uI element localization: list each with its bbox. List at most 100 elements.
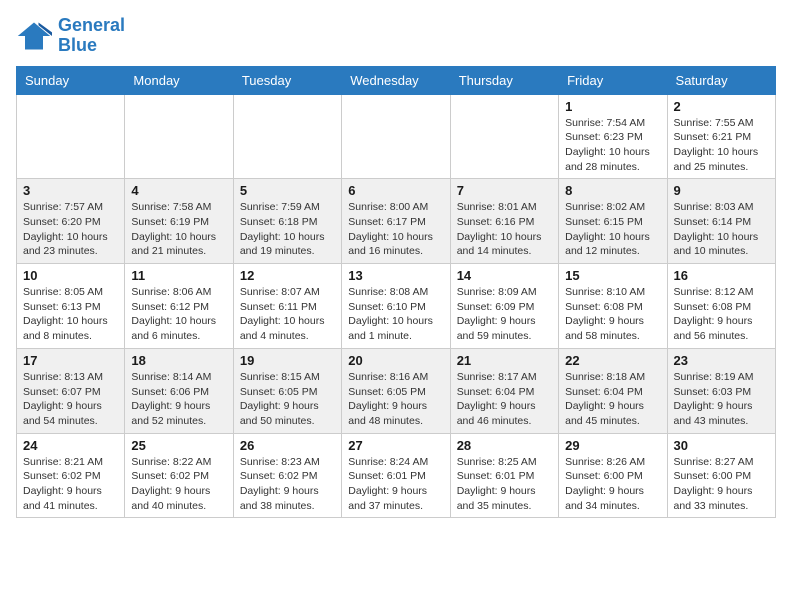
day-cell: 14 Sunrise: 8:09 AM Sunset: 6:09 PM Dayli… bbox=[450, 264, 558, 349]
header: General Blue bbox=[16, 16, 776, 56]
day-info: Sunrise: 8:02 AM Sunset: 6:15 PM Dayligh… bbox=[565, 200, 660, 259]
day-number: 28 bbox=[457, 438, 552, 453]
day-number: 16 bbox=[674, 268, 769, 283]
day-cell bbox=[125, 94, 233, 179]
day-info: Sunrise: 8:13 AM Sunset: 6:07 PM Dayligh… bbox=[23, 370, 118, 429]
day-number: 9 bbox=[674, 183, 769, 198]
week-row-2: 3 Sunrise: 7:57 AM Sunset: 6:20 PM Daylig… bbox=[17, 179, 776, 264]
day-number: 3 bbox=[23, 183, 118, 198]
day-number: 1 bbox=[565, 99, 660, 114]
day-number: 27 bbox=[348, 438, 443, 453]
day-cell: 4 Sunrise: 7:58 AM Sunset: 6:19 PM Daylig… bbox=[125, 179, 233, 264]
day-info: Sunrise: 8:10 AM Sunset: 6:08 PM Dayligh… bbox=[565, 285, 660, 344]
day-info: Sunrise: 8:23 AM Sunset: 6:02 PM Dayligh… bbox=[240, 455, 335, 514]
day-number: 21 bbox=[457, 353, 552, 368]
day-number: 8 bbox=[565, 183, 660, 198]
day-cell: 28 Sunrise: 8:25 AM Sunset: 6:01 PM Dayli… bbox=[450, 433, 558, 518]
day-number: 26 bbox=[240, 438, 335, 453]
week-row-4: 17 Sunrise: 8:13 AM Sunset: 6:07 PM Dayli… bbox=[17, 348, 776, 433]
day-info: Sunrise: 7:55 AM Sunset: 6:21 PM Dayligh… bbox=[674, 116, 769, 175]
day-info: Sunrise: 8:18 AM Sunset: 6:04 PM Dayligh… bbox=[565, 370, 660, 429]
day-cell: 6 Sunrise: 8:00 AM Sunset: 6:17 PM Daylig… bbox=[342, 179, 450, 264]
weekday-header-monday: Monday bbox=[125, 66, 233, 94]
day-number: 6 bbox=[348, 183, 443, 198]
day-info: Sunrise: 8:09 AM Sunset: 6:09 PM Dayligh… bbox=[457, 285, 552, 344]
day-number: 10 bbox=[23, 268, 118, 283]
day-cell: 1 Sunrise: 7:54 AM Sunset: 6:23 PM Daylig… bbox=[559, 94, 667, 179]
weekday-header-thursday: Thursday bbox=[450, 66, 558, 94]
day-number: 14 bbox=[457, 268, 552, 283]
day-info: Sunrise: 8:24 AM Sunset: 6:01 PM Dayligh… bbox=[348, 455, 443, 514]
day-number: 22 bbox=[565, 353, 660, 368]
day-cell: 25Sunrise: 8:22 AM Sunset: 6:02 PM Dayli… bbox=[125, 433, 233, 518]
weekday-header-saturday: Saturday bbox=[667, 66, 775, 94]
day-number: 19 bbox=[240, 353, 335, 368]
day-cell: 8 Sunrise: 8:02 AM Sunset: 6:15 PM Daylig… bbox=[559, 179, 667, 264]
day-cell: 21 Sunrise: 8:17 AM Sunset: 6:04 PM Dayli… bbox=[450, 348, 558, 433]
weekday-header-friday: Friday bbox=[559, 66, 667, 94]
day-number: 7 bbox=[457, 183, 552, 198]
logo: General Blue bbox=[16, 16, 125, 56]
day-cell: 17 Sunrise: 8:13 AM Sunset: 6:07 PM Dayli… bbox=[17, 348, 125, 433]
day-number: 29 bbox=[565, 438, 660, 453]
week-row-5: 24Sunrise: 8:21 AM Sunset: 6:02 PM Dayli… bbox=[17, 433, 776, 518]
day-info: Sunrise: 8:03 AM Sunset: 6:14 PM Dayligh… bbox=[674, 200, 769, 259]
logo-text: General Blue bbox=[58, 16, 125, 56]
day-cell: 13Sunrise: 8:08 AM Sunset: 6:10 PM Dayli… bbox=[342, 264, 450, 349]
day-number: 17 bbox=[23, 353, 118, 368]
weekday-header-wednesday: Wednesday bbox=[342, 66, 450, 94]
day-cell: 26 Sunrise: 8:23 AM Sunset: 6:02 PM Dayli… bbox=[233, 433, 341, 518]
day-cell: 15 Sunrise: 8:10 AM Sunset: 6:08 PM Dayli… bbox=[559, 264, 667, 349]
day-info: Sunrise: 8:06 AM Sunset: 6:12 PM Dayligh… bbox=[131, 285, 226, 344]
week-row-3: 10 Sunrise: 8:05 AM Sunset: 6:13 PM Dayli… bbox=[17, 264, 776, 349]
day-info: Sunrise: 7:54 AM Sunset: 6:23 PM Dayligh… bbox=[565, 116, 660, 175]
day-info: Sunrise: 8:27 AM Sunset: 6:00 PM Dayligh… bbox=[674, 455, 769, 514]
day-cell: 23 Sunrise: 8:19 AM Sunset: 6:03 PM Dayli… bbox=[667, 348, 775, 433]
day-cell bbox=[233, 94, 341, 179]
day-info: Sunrise: 8:16 AM Sunset: 6:05 PM Dayligh… bbox=[348, 370, 443, 429]
day-cell: 2 Sunrise: 7:55 AM Sunset: 6:21 PM Daylig… bbox=[667, 94, 775, 179]
day-info: Sunrise: 8:00 AM Sunset: 6:17 PM Dayligh… bbox=[348, 200, 443, 259]
day-number: 2 bbox=[674, 99, 769, 114]
day-info: Sunrise: 8:15 AM Sunset: 6:05 PM Dayligh… bbox=[240, 370, 335, 429]
day-number: 4 bbox=[131, 183, 226, 198]
day-number: 13 bbox=[348, 268, 443, 283]
day-number: 15 bbox=[565, 268, 660, 283]
day-info: Sunrise: 8:17 AM Sunset: 6:04 PM Dayligh… bbox=[457, 370, 552, 429]
day-cell: 30 Sunrise: 8:27 AM Sunset: 6:00 PM Dayli… bbox=[667, 433, 775, 518]
day-info: Sunrise: 8:22 AM Sunset: 6:02 PM Dayligh… bbox=[131, 455, 226, 514]
day-cell: 11 Sunrise: 8:06 AM Sunset: 6:12 PM Dayli… bbox=[125, 264, 233, 349]
calendar-table: SundayMondayTuesdayWednesdayThursdayFrid… bbox=[16, 66, 776, 519]
day-number: 20 bbox=[348, 353, 443, 368]
day-cell: 27 Sunrise: 8:24 AM Sunset: 6:01 PM Dayli… bbox=[342, 433, 450, 518]
day-info: Sunrise: 8:05 AM Sunset: 6:13 PM Dayligh… bbox=[23, 285, 118, 344]
logo-icon bbox=[16, 18, 52, 54]
day-info: Sunrise: 7:59 AM Sunset: 6:18 PM Dayligh… bbox=[240, 200, 335, 259]
day-cell bbox=[342, 94, 450, 179]
day-cell: 18Sunrise: 8:14 AM Sunset: 6:06 PM Dayli… bbox=[125, 348, 233, 433]
day-cell: 24Sunrise: 8:21 AM Sunset: 6:02 PM Dayli… bbox=[17, 433, 125, 518]
weekday-header-sunday: Sunday bbox=[17, 66, 125, 94]
day-info: Sunrise: 7:58 AM Sunset: 6:19 PM Dayligh… bbox=[131, 200, 226, 259]
day-cell bbox=[450, 94, 558, 179]
day-info: Sunrise: 8:19 AM Sunset: 6:03 PM Dayligh… bbox=[674, 370, 769, 429]
day-cell: 7 Sunrise: 8:01 AM Sunset: 6:16 PM Daylig… bbox=[450, 179, 558, 264]
day-number: 5 bbox=[240, 183, 335, 198]
day-info: Sunrise: 8:12 AM Sunset: 6:08 PM Dayligh… bbox=[674, 285, 769, 344]
day-info: Sunrise: 8:01 AM Sunset: 6:16 PM Dayligh… bbox=[457, 200, 552, 259]
day-cell bbox=[17, 94, 125, 179]
day-cell: 16 Sunrise: 8:12 AM Sunset: 6:08 PM Dayli… bbox=[667, 264, 775, 349]
day-number: 11 bbox=[131, 268, 226, 283]
day-cell: 5 Sunrise: 7:59 AM Sunset: 6:18 PM Daylig… bbox=[233, 179, 341, 264]
day-info: Sunrise: 7:57 AM Sunset: 6:20 PM Dayligh… bbox=[23, 200, 118, 259]
day-number: 23 bbox=[674, 353, 769, 368]
day-cell: 29Sunrise: 8:26 AM Sunset: 6:00 PM Dayli… bbox=[559, 433, 667, 518]
day-cell: 22 Sunrise: 8:18 AM Sunset: 6:04 PM Dayli… bbox=[559, 348, 667, 433]
weekday-header-tuesday: Tuesday bbox=[233, 66, 341, 94]
day-number: 30 bbox=[674, 438, 769, 453]
day-info: Sunrise: 8:25 AM Sunset: 6:01 PM Dayligh… bbox=[457, 455, 552, 514]
day-info: Sunrise: 8:21 AM Sunset: 6:02 PM Dayligh… bbox=[23, 455, 118, 514]
week-row-1: 1 Sunrise: 7:54 AM Sunset: 6:23 PM Daylig… bbox=[17, 94, 776, 179]
day-info: Sunrise: 8:14 AM Sunset: 6:06 PM Dayligh… bbox=[131, 370, 226, 429]
day-cell: 20 Sunrise: 8:16 AM Sunset: 6:05 PM Dayli… bbox=[342, 348, 450, 433]
